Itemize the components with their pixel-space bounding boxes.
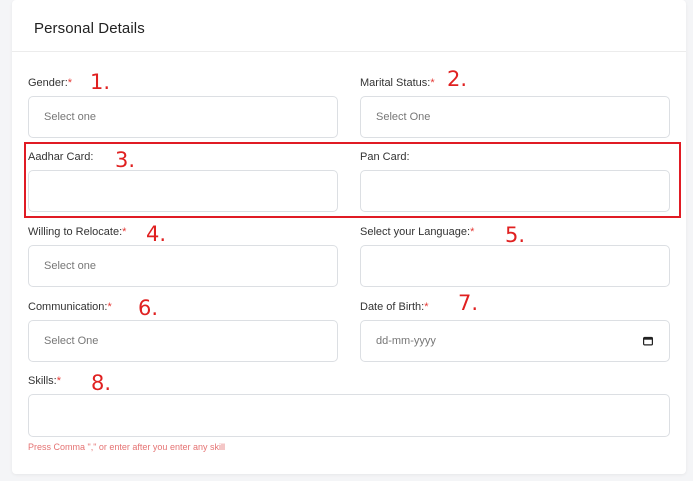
required-marker: *	[424, 301, 429, 313]
calendar-icon[interactable]	[643, 336, 653, 346]
section-title: Personal Details	[34, 20, 145, 37]
required-marker: *	[470, 226, 475, 238]
annotation-4: 4.	[146, 222, 167, 246]
language-label: Select your Language:*	[360, 226, 475, 238]
required-marker: *	[107, 301, 112, 313]
dob-label: Date of Birth:*	[360, 301, 429, 313]
dob-input[interactable]: dd-mm-yyyy	[360, 320, 670, 362]
annotation-2: 2.	[447, 67, 468, 91]
relocate-select[interactable]: Select one	[28, 245, 338, 287]
dob-placeholder: dd-mm-yyyy	[376, 335, 436, 347]
relocate-placeholder: Select one	[44, 260, 96, 272]
skills-label: Skills:*	[28, 375, 62, 387]
required-marker: *	[56, 375, 62, 387]
language-input[interactable]	[360, 245, 670, 287]
annotation-5: 5.	[505, 223, 526, 247]
required-marker: *	[430, 77, 435, 89]
skills-input[interactable]	[28, 394, 670, 437]
required-marker: *	[122, 226, 127, 238]
highlight-box	[24, 142, 681, 218]
skills-hint: Press Comma "," or enter after you enter…	[28, 442, 225, 452]
marital-status-placeholder: Select One	[376, 111, 431, 123]
relocate-label: Willing to Relocate:*	[28, 226, 127, 238]
communication-label: Communication:*	[28, 301, 112, 313]
annotation-8: 8.	[91, 371, 112, 395]
marital-status-select[interactable]: Select One	[360, 96, 670, 138]
gender-select[interactable]: Select one	[28, 96, 338, 138]
marital-status-label: Marital Status:*	[360, 77, 435, 89]
gender-placeholder: Select one	[44, 111, 96, 123]
gender-label: Gender:*	[28, 77, 73, 89]
communication-select[interactable]: Select One	[28, 320, 338, 362]
annotation-6: 6.	[138, 296, 159, 320]
required-marker: *	[67, 77, 73, 89]
card-header: Personal Details	[12, 0, 686, 52]
annotation-1: 1.	[90, 70, 111, 94]
communication-placeholder: Select One	[44, 335, 99, 347]
annotation-7: 7.	[458, 291, 479, 315]
